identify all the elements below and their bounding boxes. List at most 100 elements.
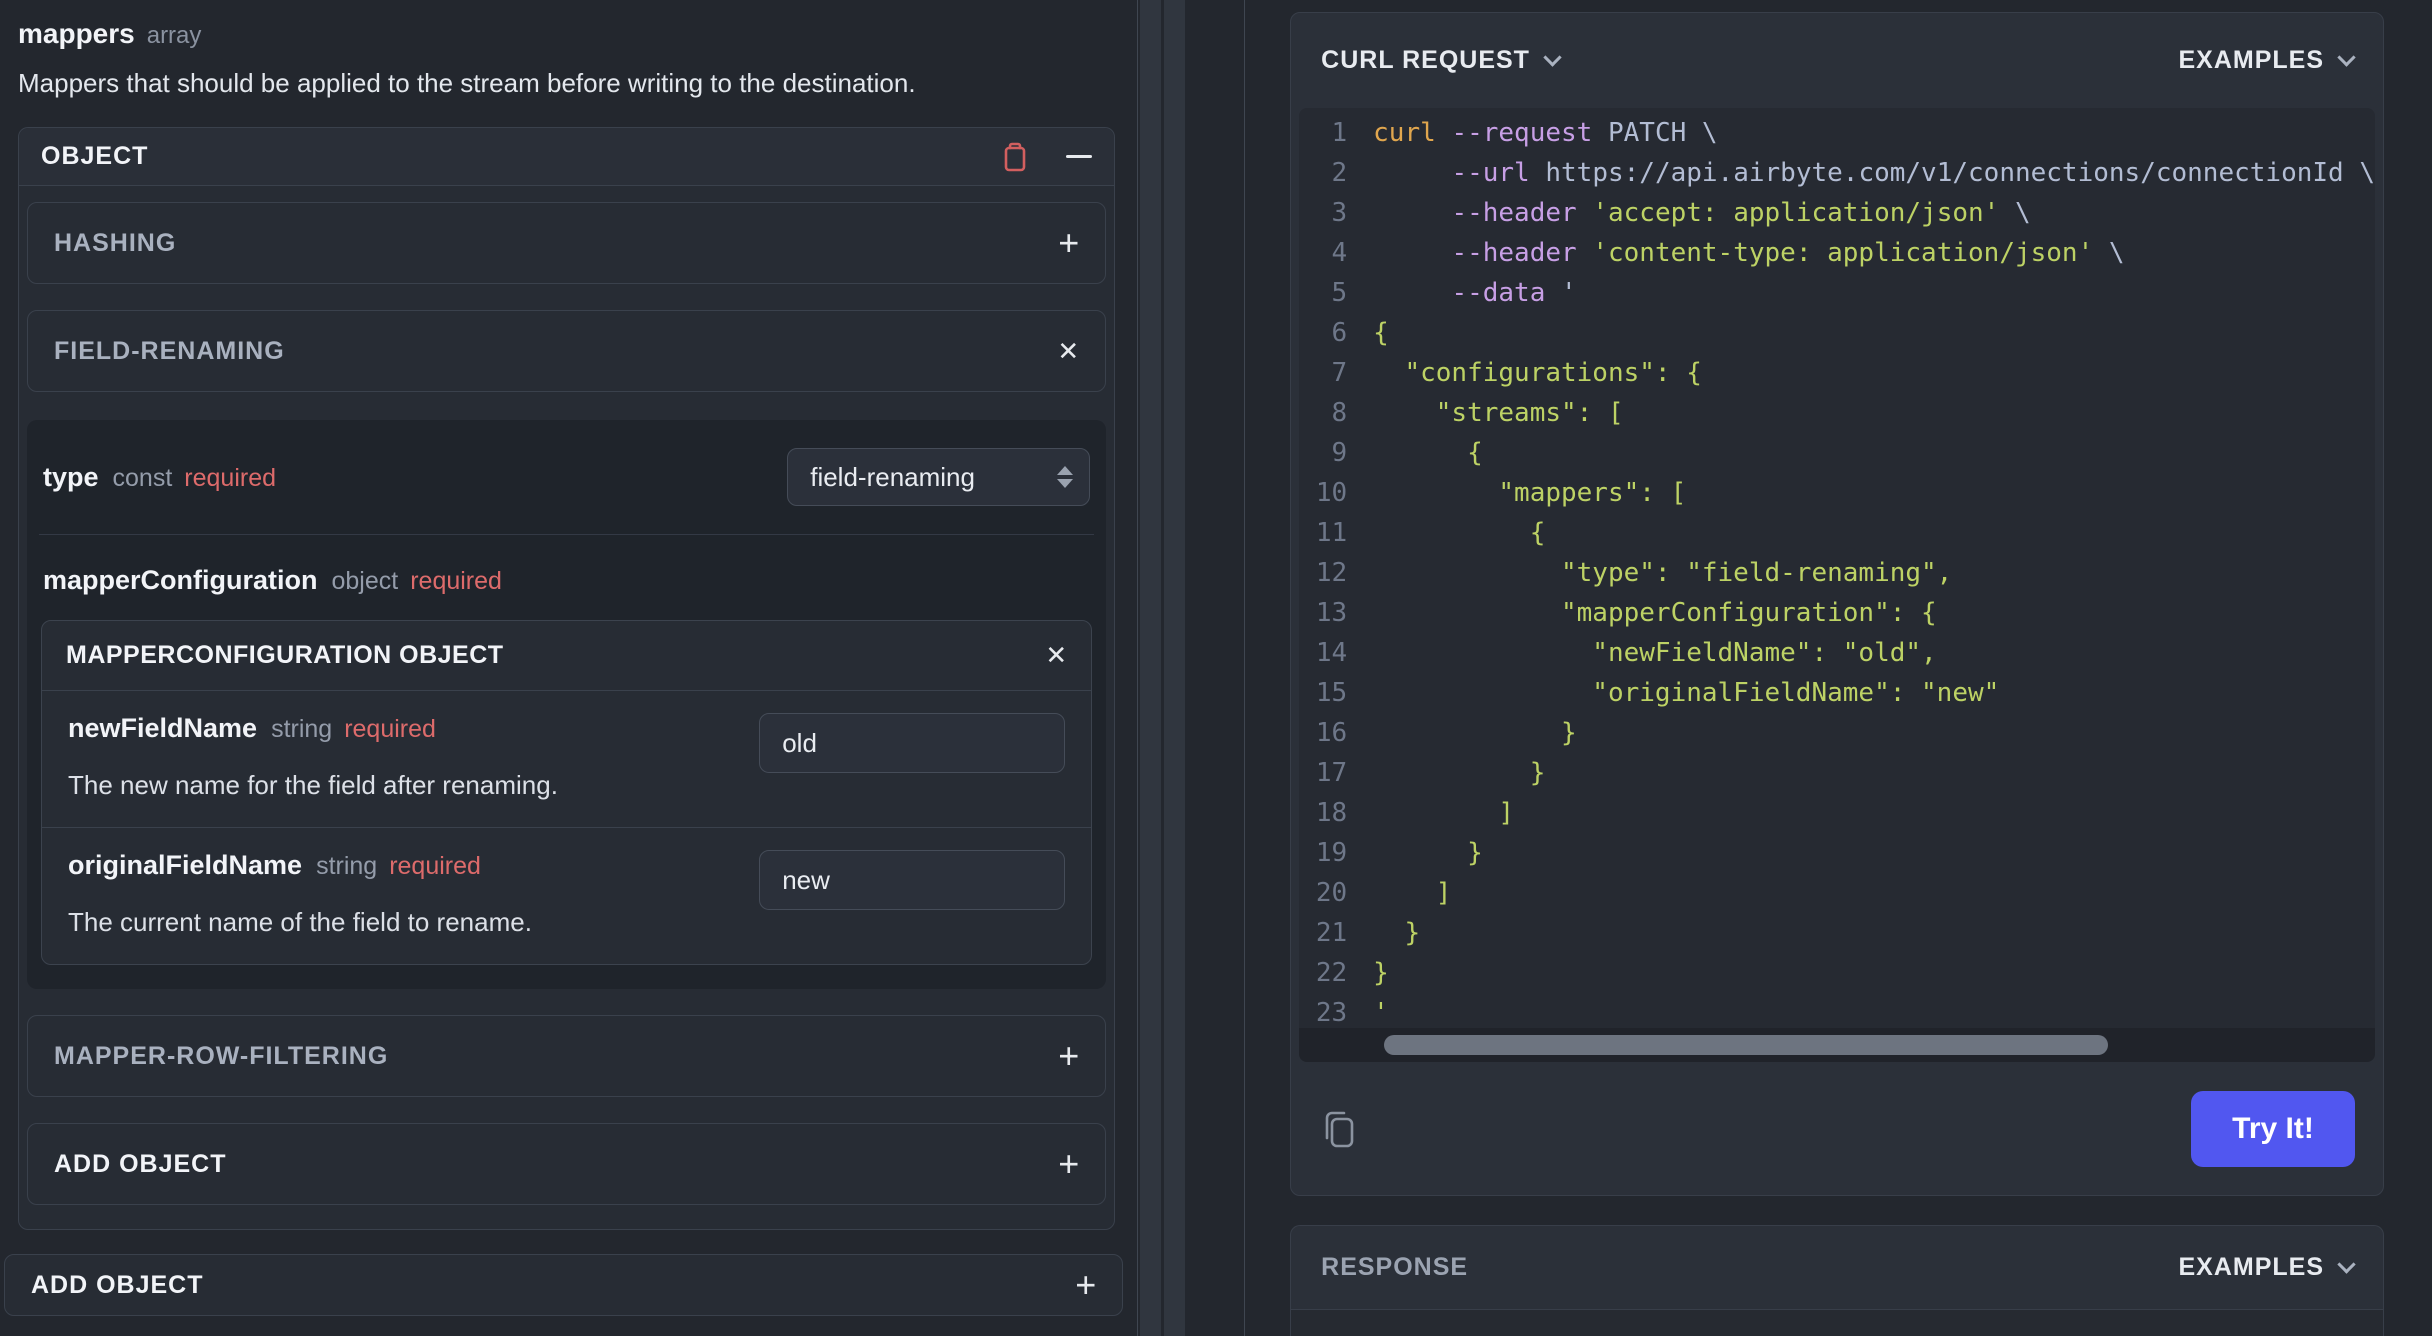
type-field-labels: type const required <box>43 462 276 493</box>
code-lines: 1 curl --request PATCH \ 2 --url https://a… <box>1299 108 2375 1033</box>
add-object-outer-label: ADD OBJECT <box>31 1270 204 1299</box>
code-line: 12 "type": "field-renaming", <box>1299 553 2375 593</box>
code-line: 18 ] <box>1299 793 2375 833</box>
type-select[interactable]: field-renaming <box>787 448 1091 506</box>
original-field-name-input[interactable]: new <box>759 850 1066 910</box>
code-line: 20 ] <box>1299 873 2375 913</box>
add-object-button-inner[interactable]: ADD OBJECT + <box>27 1123 1107 1205</box>
original-field-name-required: required <box>389 852 481 880</box>
original-field-name-description: The current name of the field to rename. <box>68 907 532 937</box>
line-number: 21 <box>1315 918 1348 948</box>
response-title: RESPONSE <box>1321 1253 1469 1281</box>
code-line: 14 "newFieldName": "old", <box>1299 633 2375 673</box>
field-title: mappers <box>18 18 135 49</box>
plus-icon: + <box>1075 1264 1097 1305</box>
code-line: 6{ <box>1299 313 2375 353</box>
code-line: 16 } <box>1299 713 2375 753</box>
field-heading: mappers array <box>4 18 1123 50</box>
line-number: 11 <box>1315 518 1348 548</box>
code-line: 2 --url https://api.airbyte.com/v1/conne… <box>1299 153 2376 193</box>
curl-request-title: CURL REQUEST <box>1321 46 1530 74</box>
field-description: Mappers that should be applied to the st… <box>18 68 916 98</box>
curl-request-header: CURL REQUEST EXAMPLES <box>1291 13 2383 108</box>
object-card-title: OBJECT <box>41 142 149 170</box>
section-mapper-row-filtering[interactable]: MAPPER-ROW-FILTERING + <box>27 1015 1107 1097</box>
add-object-button-outer[interactable]: ADD OBJECT + <box>4 1254 1124 1316</box>
original-field-name-label: originalFieldName <box>68 850 303 880</box>
api-playground-panel: CURL REQUEST EXAMPLES 1 curl --request PA… <box>1245 0 2432 1336</box>
code-line: 11 { <box>1299 513 2375 553</box>
line-number: 6 <box>1331 318 1348 348</box>
line-number: 1 <box>1331 118 1348 148</box>
code-footer: Try It! <box>1291 1062 2383 1195</box>
line-number: 3 <box>1331 198 1348 228</box>
type-select-value: field-renaming <box>810 461 975 492</box>
code-line: 19 } <box>1299 833 2375 873</box>
code-block[interactable]: 1 curl --request PATCH \ 2 --url https://a… <box>1299 108 2375 1062</box>
new-field-name-kind: string <box>271 715 333 743</box>
new-field-name-description: The new name for the field after renamin… <box>68 770 558 800</box>
object-card-body: HASHING + FIELD-RENAMING ✕ type const re… <box>19 186 1114 1229</box>
original-field-name-info: originalFieldName string required The cu… <box>68 850 532 938</box>
new-field-name-required: required <box>344 715 436 743</box>
type-field-row: type const required field-renaming <box>39 420 1094 534</box>
field-renaming-body: type const required field-renaming mappe… <box>27 420 1107 989</box>
chevron-down-icon <box>2337 1255 2356 1274</box>
code-line: 1 curl --request PATCH \ <box>1299 113 2375 153</box>
code-line: 15 "originalFieldName": "new" <box>1299 673 2375 713</box>
line-number: 16 <box>1315 718 1348 748</box>
line-number: 17 <box>1315 758 1348 788</box>
new-field-name-info: newFieldName string required The new nam… <box>68 713 558 801</box>
original-field-name-kind: string <box>316 852 378 880</box>
chevron-down-icon <box>1543 48 1562 67</box>
select-updown-icon <box>1057 466 1074 488</box>
code-line: 7 "configurations": { <box>1299 353 2375 393</box>
line-number: 20 <box>1315 878 1348 908</box>
mapper-configuration-row: mapperConfiguration object required <box>39 535 1094 596</box>
object-card-actions <box>1000 141 1093 173</box>
line-number: 14 <box>1315 638 1348 668</box>
code-line: 13 "mapperConfiguration": { <box>1299 593 2375 633</box>
code-line: 5 --data ' <box>1299 273 2375 313</box>
trash-icon <box>1004 142 1026 171</box>
examples-label: EXAMPLES <box>2178 46 2324 74</box>
code-line: 21 } <box>1299 913 2375 953</box>
examples-dropdown[interactable]: EXAMPLES <box>2178 46 2356 75</box>
hashing-label: HASHING <box>54 228 177 257</box>
code-line: 3 --header 'accept: application/json' \ <box>1299 193 2375 233</box>
new-field-name-row: newFieldName string required The new nam… <box>42 691 1091 827</box>
new-field-name-input[interactable]: old <box>759 713 1066 773</box>
horizontal-scrollbar-thumb[interactable] <box>1384 1035 2109 1055</box>
close-mapper-configuration-button[interactable]: ✕ <box>1045 642 1067 669</box>
scrollbar-thumb[interactable] <box>1164 0 1186 1336</box>
plus-icon: + <box>1058 1035 1080 1076</box>
plus-icon: + <box>1058 1143 1080 1184</box>
page: mappers array Mappers that should be app… <box>0 0 2432 1336</box>
horizontal-scrollbar-track[interactable] <box>1299 1028 2375 1062</box>
line-number: 8 <box>1331 398 1348 428</box>
line-number: 10 <box>1315 478 1348 508</box>
section-field-renaming[interactable]: FIELD-RENAMING ✕ <box>27 310 1107 392</box>
response-body <box>1291 1310 2383 1336</box>
mapper-configuration-kind: object <box>331 567 399 595</box>
response-card: RESPONSE EXAMPLES <box>1290 1225 2384 1336</box>
line-number: 12 <box>1315 558 1348 588</box>
curl-request-card: CURL REQUEST EXAMPLES 1 curl --request PA… <box>1290 12 2384 1196</box>
response-examples-dropdown[interactable]: EXAMPLES <box>2178 1253 2356 1282</box>
delete-object-button[interactable] <box>1000 141 1030 173</box>
curl-request-dropdown[interactable]: CURL REQUEST <box>1321 46 1562 75</box>
try-it-button[interactable]: Try It! <box>2191 1090 2355 1167</box>
panel-divider <box>1137 0 1246 1336</box>
response-examples-label: EXAMPLES <box>2178 1253 2324 1281</box>
collapse-object-button[interactable] <box>1066 155 1093 158</box>
copy-button[interactable] <box>1319 1107 1359 1151</box>
mapper-configuration-card-title: MAPPERCONFIGURATION OBJECT <box>66 641 504 669</box>
schema-panel: mappers array Mappers that should be app… <box>0 0 1137 1336</box>
line-number: 22 <box>1315 958 1348 988</box>
section-hashing[interactable]: HASHING + <box>27 202 1107 284</box>
mapper-configuration-name: mapperConfiguration <box>43 565 318 595</box>
type-field-required: required <box>184 463 277 492</box>
vertical-scrollbar[interactable] <box>1140 0 1186 1336</box>
scrollbar-thumb[interactable] <box>1140 0 1162 1336</box>
original-field-name-row: originalFieldName string required The cu… <box>42 827 1092 964</box>
